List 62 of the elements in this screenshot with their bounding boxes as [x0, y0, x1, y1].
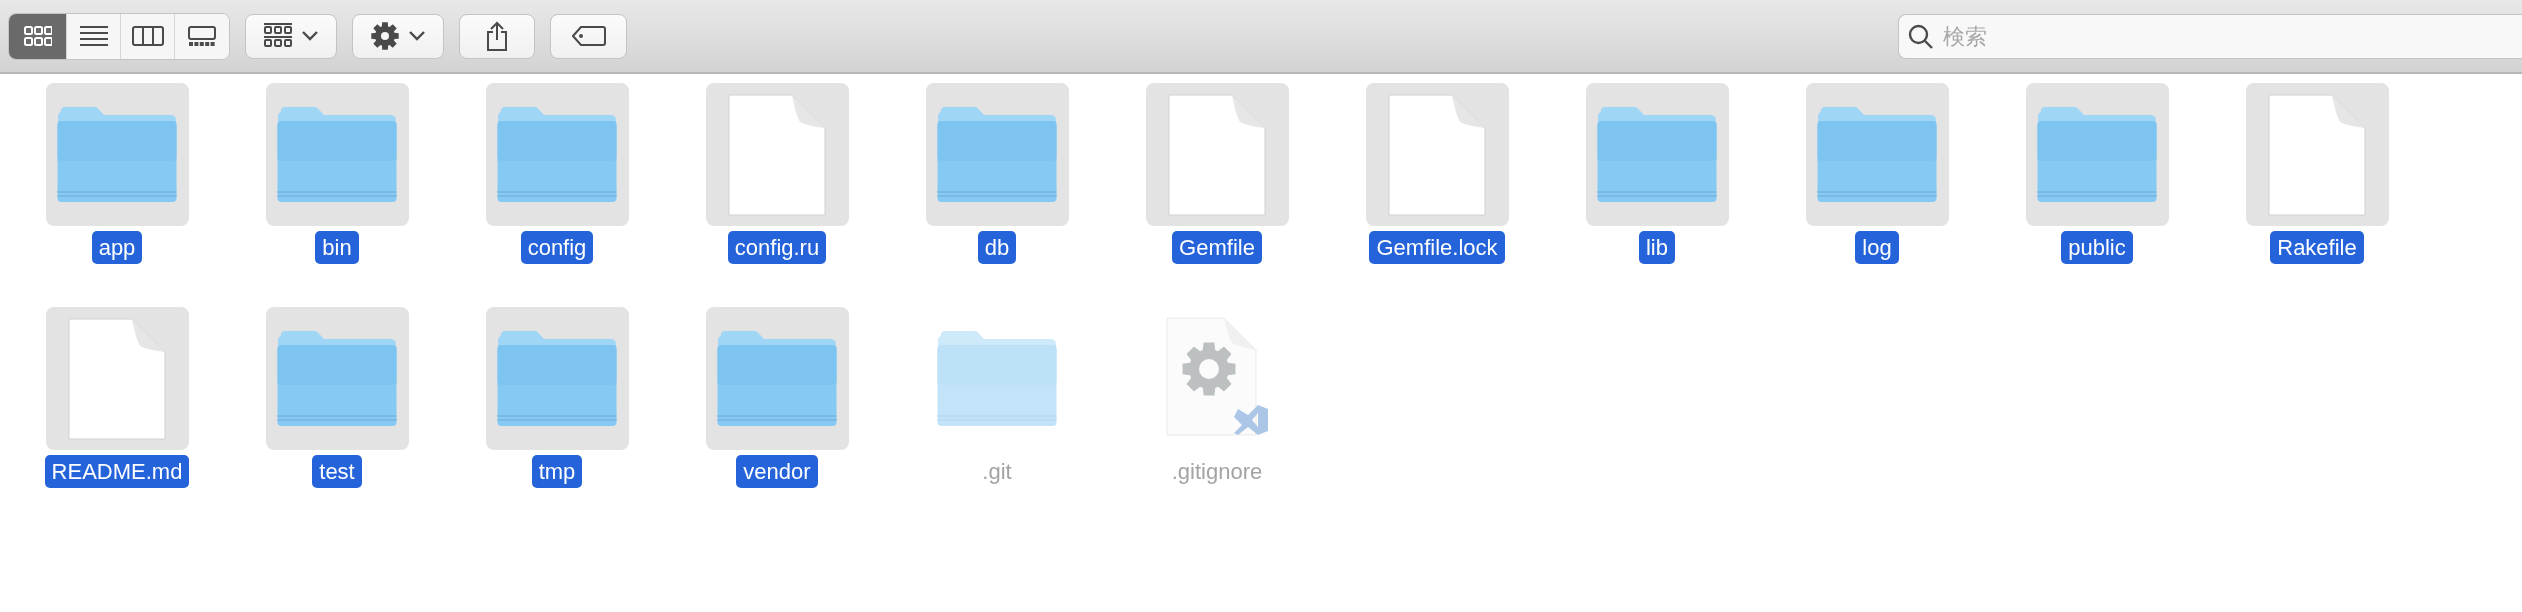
file-name[interactable]: db [977, 231, 1017, 264]
action-button[interactable] [352, 13, 444, 59]
folder-icon [277, 330, 397, 427]
selection-highlight[interactable] [265, 307, 409, 450]
selection-highlight[interactable] [265, 83, 409, 226]
gallery-icon [188, 26, 216, 46]
file-name[interactable]: Gemfile [1172, 231, 1262, 264]
folder-icon [937, 106, 1057, 203]
selection-highlight[interactable] [705, 83, 849, 226]
folder-icon [717, 330, 837, 427]
share-icon [486, 21, 508, 51]
folder-icon [1817, 106, 1937, 203]
file-name[interactable]: README.md [44, 455, 190, 488]
folder-icon [57, 106, 177, 203]
group-button[interactable] [245, 13, 337, 59]
file-name[interactable]: config [520, 231, 594, 264]
chevron-down-icon [302, 31, 318, 41]
selection-highlight[interactable] [485, 83, 629, 226]
selection-highlight[interactable] [485, 307, 629, 450]
share-button[interactable] [459, 13, 535, 59]
file-name[interactable]: tmp [531, 455, 583, 488]
chevron-down-icon [409, 31, 425, 41]
selection-highlight[interactable] [1145, 83, 1289, 226]
tag-icon [571, 26, 606, 46]
document-icon [1388, 93, 1486, 216]
selection-highlight[interactable] [2025, 83, 2169, 226]
file-name[interactable]: vendor [736, 455, 818, 488]
file-name[interactable]: Gemfile.lock [1369, 231, 1505, 264]
selection-highlight[interactable] [925, 83, 1069, 226]
selection-highlight[interactable] [1585, 83, 1729, 226]
file-name[interactable]: public [2061, 231, 2133, 264]
selection-highlight[interactable] [45, 83, 189, 226]
selection-highlight[interactable] [2245, 83, 2389, 226]
selection-highlight[interactable] [705, 307, 849, 450]
group-grid-icon [264, 23, 292, 49]
view-mode-button[interactable] [9, 13, 67, 59]
file-name[interactable]: bin [315, 231, 359, 264]
list-icon [79, 26, 108, 46]
folder-icon [1597, 106, 1717, 203]
file-name[interactable]: Rakefile [2270, 231, 2364, 264]
file-name[interactable]: app [91, 231, 143, 264]
document-icon [2268, 93, 2366, 216]
columns-icon [131, 26, 164, 46]
selection-highlight[interactable] [1365, 83, 1509, 226]
selection-highlight[interactable] [45, 307, 189, 450]
file-name[interactable]: lib [1639, 231, 1675, 264]
document-icon [1168, 93, 1266, 216]
folder-icon [937, 330, 1057, 427]
document-icon [68, 317, 166, 440]
tag-button[interactable] [550, 13, 627, 59]
folder-icon [2037, 106, 2157, 203]
folder-icon [497, 106, 617, 203]
document-icon [728, 93, 826, 216]
search-field[interactable]: 検索 [1898, 13, 2522, 59]
file-name[interactable]: test [312, 455, 362, 488]
folder-icon [497, 330, 617, 427]
file-name[interactable]: config.ru [727, 231, 827, 264]
selection-highlight[interactable] [1805, 83, 1949, 226]
file-name[interactable]: log [1855, 231, 1899, 264]
settings-icon [371, 22, 399, 50]
folder-icon [277, 106, 397, 203]
grid-icon [23, 26, 52, 46]
